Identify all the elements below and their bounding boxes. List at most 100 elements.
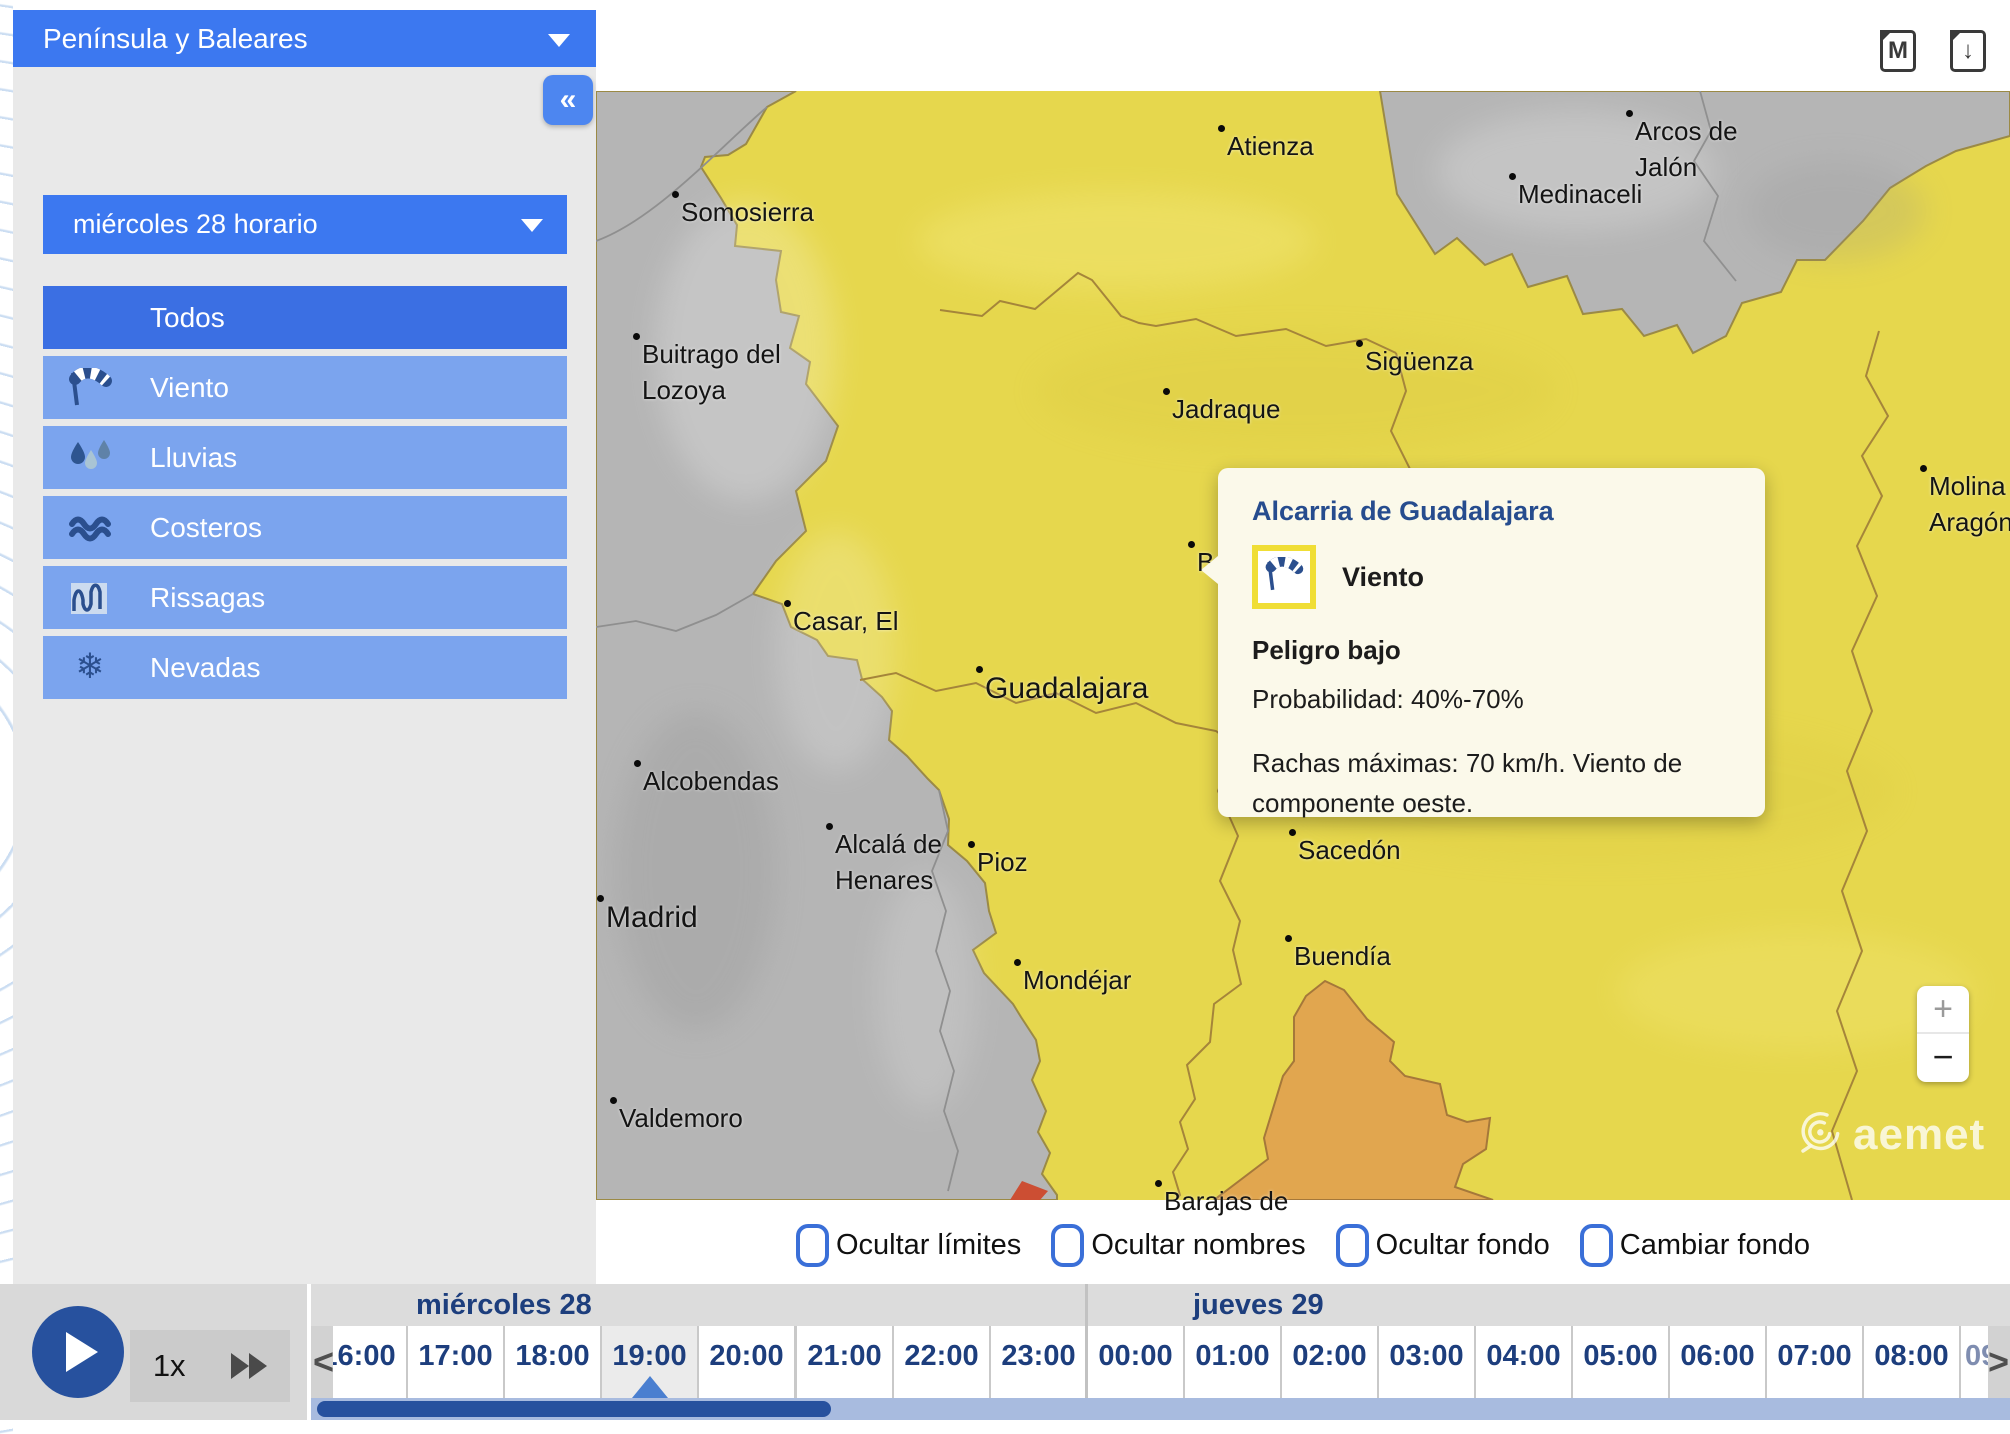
- ocultar-limites-checkbox[interactable]: [796, 1224, 829, 1267]
- checkbox-label: Ocultar nombres: [1091, 1229, 1305, 1262]
- raindrops-icon: [65, 437, 115, 479]
- time-cell-0600[interactable]: 06:00: [1670, 1326, 1765, 1398]
- checkbox-label: Ocultar fondo: [1376, 1229, 1550, 1262]
- region-selector-dropdown[interactable]: Península y Baleares: [13, 10, 596, 67]
- checkbox-label: Ocultar límites: [836, 1229, 1021, 1262]
- city-dot: [826, 823, 833, 830]
- map-document-button[interactable]: M: [1880, 30, 1916, 72]
- city-dot: [1014, 959, 1021, 966]
- popup-probability: Probabilidad: 40%-70%: [1252, 684, 1731, 715]
- popup-description: Rachas máximas: 70 km/h. Viento de compo…: [1252, 743, 1722, 823]
- filter-label: Costeros: [150, 512, 262, 544]
- timeline-scroll-left-button[interactable]: <: [313, 1338, 334, 1386]
- tide-graph-icon: [65, 577, 115, 619]
- filter-label: Nevadas: [150, 652, 261, 684]
- city-dot: [1155, 1180, 1162, 1187]
- checkbox-group-ocultar-fondo: Ocultar fondo: [1336, 1224, 1550, 1267]
- region-selector-label: Península y Baleares: [43, 23, 308, 55]
- time-cell-2300[interactable]: 23:00: [991, 1326, 1086, 1398]
- time-cell-0100[interactable]: 01:00: [1185, 1326, 1280, 1398]
- time-cell-2200[interactable]: 22:00: [894, 1326, 989, 1398]
- map-zoom-control: + −: [1917, 986, 1969, 1082]
- city-dot: [1285, 935, 1292, 942]
- play-button[interactable]: [32, 1306, 124, 1398]
- selected-time-marker: [632, 1376, 668, 1398]
- popup-hazard-name: Viento: [1342, 562, 1424, 593]
- filter-label: Todos: [150, 302, 225, 334]
- city-dot: [610, 1097, 617, 1104]
- filter-nevadas[interactable]: ❄ Nevadas: [43, 636, 567, 699]
- fast-forward-icon: [249, 1353, 267, 1379]
- filter-rissagas[interactable]: Rissagas: [43, 566, 567, 629]
- checkbox-group-ocultar-nombres: Ocultar nombres: [1051, 1224, 1305, 1267]
- filter-label: Viento: [150, 372, 229, 404]
- filter-label: Lluvias: [150, 442, 237, 474]
- city-dot: [784, 600, 791, 607]
- filter-todos[interactable]: Todos: [43, 286, 567, 349]
- city-dot: [597, 895, 604, 902]
- download-arrow-icon: ↓: [1962, 37, 1974, 65]
- zoom-in-button[interactable]: +: [1917, 986, 1969, 1034]
- snowflake-icon: ❄: [65, 647, 115, 689]
- time-cell-0500[interactable]: 05:00: [1573, 1326, 1668, 1398]
- background-decoration: [0, 0, 13, 1434]
- aemet-swirl-icon: [1793, 1111, 1845, 1159]
- chevron-down-icon: [521, 219, 543, 232]
- warning-popup: Alcarria de Guadalajara Viento Peligro b…: [1218, 468, 1765, 817]
- map-overlay-controls: Ocultar límites Ocultar nombres Ocultar …: [596, 1206, 2010, 1284]
- day-group-jueves-29: jueves 29: [1088, 1284, 2010, 1326]
- time-cell-1900-selected[interactable]: 19:00: [602, 1326, 697, 1398]
- cambiar-fondo-checkbox[interactable]: [1580, 1224, 1613, 1267]
- zoom-out-button[interactable]: −: [1917, 1034, 1969, 1080]
- filter-costeros[interactable]: Costeros: [43, 496, 567, 559]
- timeline-scroll-right-button[interactable]: >: [1988, 1338, 2009, 1386]
- sidebar-collapse-button[interactable]: «: [543, 75, 593, 125]
- checkbox-group-cambiar-fondo: Cambiar fondo: [1580, 1224, 1810, 1267]
- time-cell-2000[interactable]: 20:00: [699, 1326, 794, 1398]
- city-dot: [1188, 541, 1195, 548]
- fast-forward-icon: [231, 1353, 249, 1379]
- city-dot: [1626, 110, 1633, 117]
- fast-forward-button[interactable]: [231, 1353, 267, 1379]
- play-icon: [66, 1332, 98, 1372]
- playback-speed-box: 1x: [130, 1330, 290, 1402]
- filter-viento[interactable]: Viento: [43, 356, 567, 419]
- city-dot: [1218, 125, 1225, 132]
- filter-lluvias[interactable]: Lluvias: [43, 426, 567, 489]
- checkbox-label: Cambiar fondo: [1620, 1229, 1810, 1262]
- time-cell-1700[interactable]: 17:00: [408, 1326, 503, 1398]
- city-dot: [968, 841, 975, 848]
- time-cell-0400[interactable]: 04:00: [1476, 1326, 1571, 1398]
- city-dot: [976, 666, 983, 673]
- time-cell-0000[interactable]: 00:00: [1088, 1326, 1183, 1398]
- doc-m-glyph: M: [1888, 37, 1908, 65]
- checkbox-group-ocultar-limites: Ocultar límites: [796, 1224, 1021, 1267]
- city-dot: [1289, 829, 1296, 836]
- filter-label: Rissagas: [150, 582, 265, 614]
- city-dot: [633, 333, 640, 340]
- windsock-icon: [1263, 557, 1305, 598]
- collapse-left-icon: «: [560, 83, 577, 117]
- time-cell-0700[interactable]: 07:00: [1767, 1326, 1862, 1398]
- city-dot: [1356, 340, 1363, 347]
- timeline-scrollbar-thumb[interactable]: [317, 1401, 831, 1417]
- city-dot: [1920, 465, 1927, 472]
- city-dot: [634, 760, 641, 767]
- day-selector-dropdown[interactable]: miércoles 28 horario: [43, 195, 567, 254]
- aemet-warnings-app: Península y Baleares « miércoles 28 hora…: [0, 0, 2010, 1434]
- city-dot: [1509, 173, 1516, 180]
- time-cell-2100[interactable]: 21:00: [797, 1326, 892, 1398]
- ocultar-fondo-checkbox[interactable]: [1336, 1224, 1369, 1267]
- chevron-down-icon: [548, 34, 570, 47]
- time-cell-0300[interactable]: 03:00: [1379, 1326, 1474, 1398]
- time-cell-1800[interactable]: 18:00: [505, 1326, 600, 1398]
- time-cell-0200[interactable]: 02:00: [1282, 1326, 1377, 1398]
- day-group-divider: [1085, 1284, 1088, 1398]
- ocultar-nombres-checkbox[interactable]: [1051, 1224, 1084, 1267]
- aemet-logo: aemet: [1793, 1110, 1985, 1160]
- speed-value[interactable]: 1x: [153, 1348, 186, 1384]
- download-document-button[interactable]: ↓: [1950, 30, 1986, 72]
- day-selector-label: miércoles 28 horario: [73, 209, 318, 240]
- popup-title: Alcarria de Guadalajara: [1252, 496, 1731, 527]
- time-cell-0800[interactable]: 08:00: [1864, 1326, 1959, 1398]
